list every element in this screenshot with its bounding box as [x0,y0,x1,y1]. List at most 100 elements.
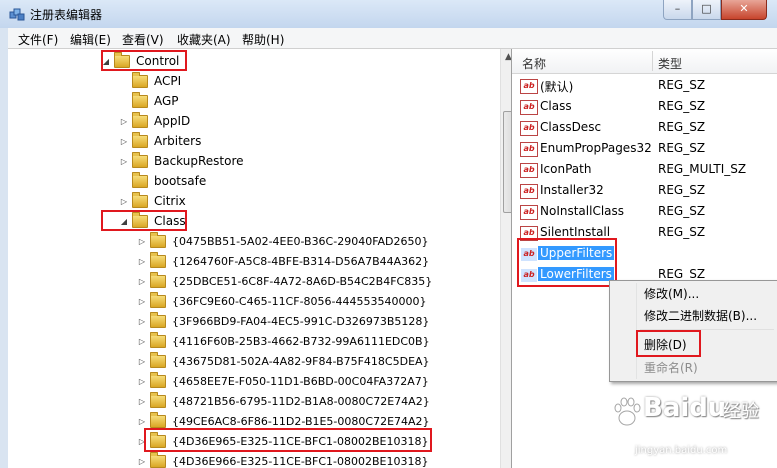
tree-item[interactable]: ▷ {3F966BD9-FA04-4EC5-991C-D326973B5128} [138,311,429,331]
collapsed-arrow-icon[interactable]: ▷ [120,157,128,166]
tree-item[interactable]: ▷ {49CE6AC8-6F86-11D2-B1E5-0080C72E74A2} [138,411,430,431]
tree-item-label: {4D36E965-E325-11CE-BFC1-08002BE10318} [172,434,429,448]
value-row[interactable]: ab (默认) REG_SZ [512,76,777,96]
value-row[interactable]: ab Class REG_SZ [512,97,777,117]
expanded-arrow-icon[interactable]: ◢ [120,217,128,226]
menu-bar: 文件(F) 编辑(E) 查看(V) 收藏夹(A) 帮助(H) [8,28,777,49]
tree-item[interactable]: ▷ {4D36E965-E325-11CE-BFC1-08002BE10318} [138,431,429,451]
window-title: 注册表编辑器 [30,8,103,22]
title-bar: 注册表编辑器 – □ ✕ [0,0,777,28]
folder-icon [132,71,148,88]
collapsed-arrow-icon[interactable]: ▷ [120,117,128,126]
watermark-logo: Baidu [643,393,727,423]
value-name: LowerFilters [538,267,614,281]
value-row[interactable]: ab NoInstallClass REG_SZ [512,202,777,222]
maximize-button[interactable]: □ [692,0,721,20]
menu-item-modify[interactable]: 修改(M)... [644,285,699,302]
folder-icon [114,51,130,68]
string-value-icon: ab [520,184,538,199]
folder-icon [150,311,166,328]
tree-item[interactable]: ▷ {0475BB51-5A02-4EE0-B36C-29040FAD2650} [138,231,429,251]
tree-item[interactable]: ▷ Citrix [120,191,186,211]
maximize-icon: □ [701,2,712,15]
folder-icon [132,191,148,208]
tree-item[interactable]: ▷ Arbiters [120,131,201,151]
folder-icon [150,271,166,288]
tree-item[interactable]: AGP [120,91,179,111]
menu-item-modify-binary[interactable]: 修改二进制数据(B)... [644,307,757,324]
tree-item[interactable]: ◢ Control [102,51,179,71]
tree-item[interactable]: ▷ {1264760F-A5C8-4BFE-B314-D56A7B44A362} [138,251,429,271]
menu-edit[interactable]: 编辑(E) [70,31,111,48]
tree-item[interactable]: ◢ Class [120,211,186,231]
collapsed-arrow-icon[interactable]: ▷ [138,297,146,306]
tree-item[interactable]: ▷ AppID [120,111,190,131]
menu-help[interactable]: 帮助(H) [242,31,284,48]
folder-icon [150,331,166,348]
string-value-icon: ab [520,268,538,283]
tree-item-label: Control [136,54,180,68]
tree-item[interactable]: ▷ {4116F60B-25B3-4662-B732-99A6111EDC0B} [138,331,430,351]
close-button[interactable]: ✕ [721,0,767,20]
collapsed-arrow-icon[interactable]: ▷ [138,277,146,286]
collapsed-arrow-icon[interactable]: ▷ [138,457,146,466]
tree-item[interactable]: bootsafe [120,171,206,191]
collapsed-arrow-icon[interactable]: ▷ [138,397,146,406]
tree-item-label: {3F966BD9-FA04-4EC5-991C-D326973B5128} [172,314,430,328]
menu-item-rename: 重命名(R) [644,361,698,375]
collapsed-arrow-icon[interactable]: ▷ [138,377,146,386]
tree-item[interactable]: ACPI [120,71,181,91]
tree-item-label: Arbiters [154,134,202,148]
value-row[interactable]: ab SilentInstall REG_SZ [512,223,777,243]
regedit-icon [9,8,25,21]
tree-item-label: AppID [154,114,191,128]
collapsed-arrow-icon[interactable]: ▷ [120,197,128,206]
scrollbar-thumb[interactable] [503,111,511,213]
menu-item-delete[interactable]: 删除(D) [644,336,687,353]
menu-file[interactable]: 文件(F) [18,31,58,48]
tree-item[interactable]: ▷ BackupRestore [120,151,244,171]
value-name: SilentInstall [540,225,611,239]
tree-item[interactable]: ▷ {25DBCE51-6C8F-4A72-8A6D-B54C2B4FC835} [138,271,432,291]
scroll-up-icon[interactable]: ▲ [505,52,511,62]
string-value-icon: ab [520,163,538,178]
tree-scrollbar[interactable]: ▲ [500,49,511,468]
expanded-arrow-icon[interactable]: ◢ [102,57,110,66]
tree-item[interactable]: ▷ {4D36E966-E325-11CE-BFC1-08002BE10318} [138,451,429,468]
collapsed-arrow-icon[interactable]: ▷ [138,437,146,446]
menu-view[interactable]: 查看(V) [122,31,164,48]
value-row[interactable]: ab Installer32 REG_SZ [512,181,777,201]
value-type: REG_MULTI_SZ [658,162,747,176]
collapsed-arrow-icon[interactable]: ▷ [120,137,128,146]
string-value-icon: ab [520,79,538,94]
tree-item-label: {4D36E966-E325-11CE-BFC1-08002BE10318} [172,454,429,468]
column-name-header[interactable]: 名称 [522,55,546,72]
folder-icon [150,251,166,268]
collapsed-arrow-icon[interactable]: ▷ [138,317,146,326]
menu-favorites[interactable]: 收藏夹(A) [177,31,231,48]
tree-item[interactable]: ▷ {4658EE7E-F050-11D1-B6BD-00C04FA372A7} [138,371,429,391]
column-type-header[interactable]: 类型 [658,55,682,72]
string-value-icon: ab [520,100,538,115]
value-name: IconPath [540,162,592,176]
minimize-button[interactable]: – [663,0,692,20]
collapsed-arrow-icon[interactable]: ▷ [138,417,146,426]
value-row[interactable]: ab EnumPropPages32 REG_SZ [512,139,777,159]
collapsed-arrow-icon[interactable]: ▷ [138,237,146,246]
value-row[interactable]: ab ClassDesc REG_SZ [512,118,777,138]
value-type: REG_SZ [658,183,706,197]
collapsed-arrow-icon[interactable]: ▷ [138,337,146,346]
tree-item-label: Class [154,214,186,228]
value-name: ClassDesc [540,120,602,134]
tree-item[interactable]: ▷ {43675D81-502A-4A82-9F84-B75F418C5DEA} [138,351,430,371]
registry-tree-pane[interactable]: ◢ Control ACPI AGP ▷ AppID ▷ Arbiters ▷ BackupRes… [8,49,512,468]
string-value-icon: ab [520,121,538,136]
tree-item[interactable]: ▷ {36FC9E60-C465-11CF-8056-444553540000} [138,291,426,311]
collapsed-arrow-icon[interactable]: ▷ [138,357,146,366]
folder-icon [132,131,148,148]
minimize-icon: – [674,2,681,15]
tree-item[interactable]: ▷ {48721B56-6795-11D2-B1A8-0080C72E74A2} [138,391,430,411]
value-row[interactable]: ab IconPath REG_MULTI_SZ [512,160,777,180]
collapsed-arrow-icon[interactable]: ▷ [138,257,146,266]
value-row[interactable]: ab UpperFilters [512,244,777,264]
